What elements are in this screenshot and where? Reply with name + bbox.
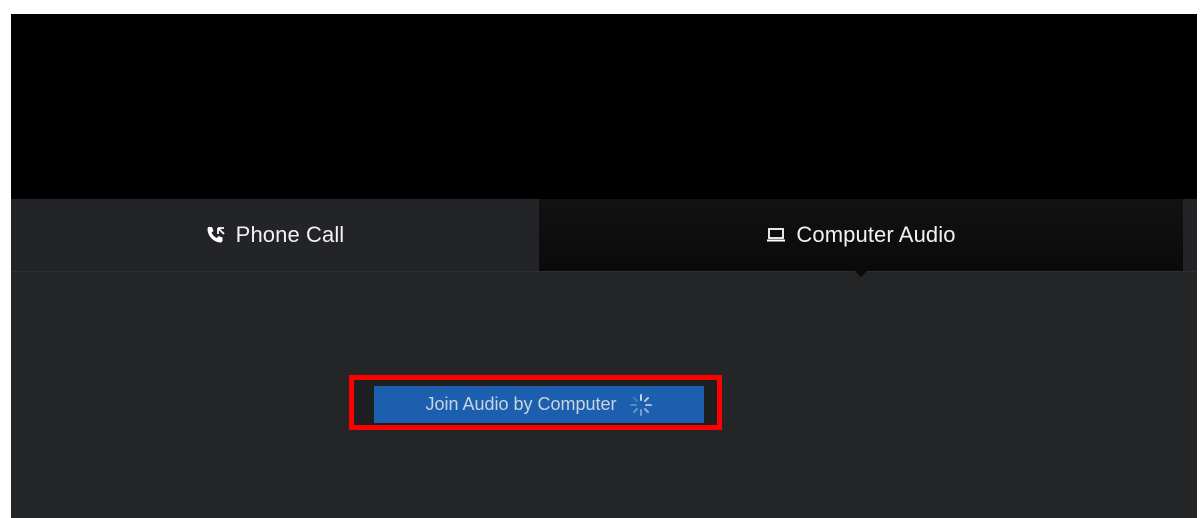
tab-computer-audio-label: Computer Audio — [796, 222, 956, 247]
join-audio-highlight: Join Audio by Computer — [349, 375, 722, 430]
join-audio-label: Join Audio by Computer — [425, 394, 617, 414]
phone-icon — [206, 226, 226, 244]
audio-dialog: Phone Call Computer Audio Join Audio by … — [11, 14, 1197, 518]
video-area — [11, 14, 1197, 199]
tab-phone-call-label: Phone Call — [235, 222, 345, 247]
join-audio-by-computer-button[interactable]: Join Audio by Computer — [374, 386, 704, 423]
spinner-icon — [629, 393, 653, 417]
audio-tabs: Phone Call Computer Audio — [11, 199, 1197, 277]
tab-computer-audio[interactable]: Computer Audio — [539, 199, 1183, 277]
tab-phone-call[interactable]: Phone Call — [11, 199, 539, 271]
laptop-icon — [766, 227, 786, 243]
